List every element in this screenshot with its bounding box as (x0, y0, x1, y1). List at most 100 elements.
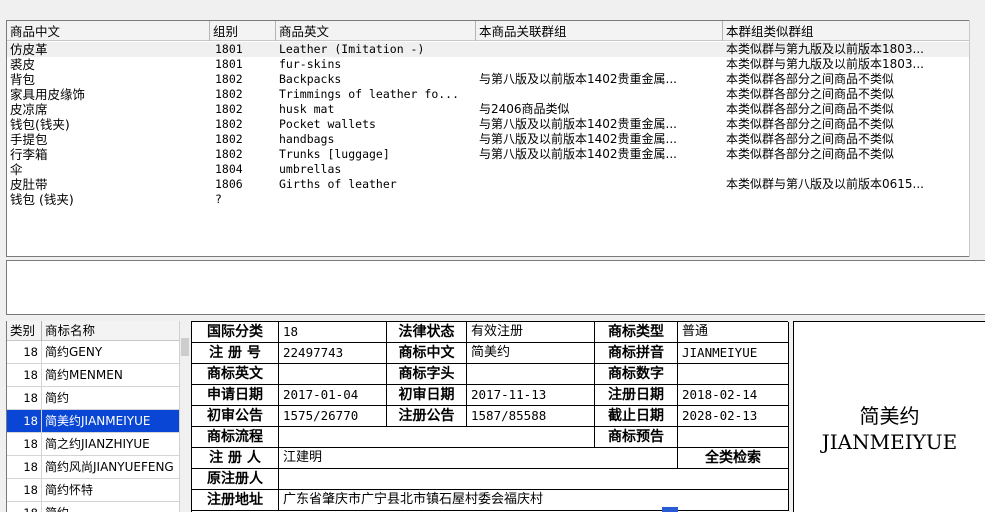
goods-table-header: 商品中文 组别 商品英文 本商品关联群组 本群组类似群组 (7, 21, 985, 41)
col-goods-en[interactable]: 商品英文 (276, 21, 476, 41)
value-apply-date: 2017-01-04 (279, 385, 387, 405)
list-item-class: 18 (7, 410, 42, 432)
list-item-class: 18 (7, 433, 42, 455)
table-cell: 本类似群各部分之间商品不类似 (726, 72, 895, 86)
text-cursor (662, 507, 678, 512)
list-item[interactable]: 18 简之约JIANZHIYUE (7, 433, 189, 456)
table-row[interactable]: 背包 1802 Backpacks 与第八版及以前版本1402贵重金属... 本类似群各… (7, 72, 985, 87)
value-tm-digit (678, 364, 789, 384)
list-item[interactable]: 18 简约MENMEN (7, 364, 189, 387)
value-reg-no: 22497743 (279, 343, 387, 363)
full-search-button[interactable]: 全类检索 (678, 448, 789, 468)
table-cell (723, 192, 985, 207)
col-similar-groups[interactable]: 本群组类似群组 (723, 21, 985, 41)
table-cell: 1802 (215, 87, 243, 101)
col-goods-cn[interactable]: 商品中文 (7, 21, 210, 41)
value-legal-status: 有效注册 (467, 322, 595, 342)
value-expiry: 2028-02-13 (678, 406, 789, 426)
table-cell: 1801 (215, 42, 243, 56)
table-cell: 本类似群各部分之间商品不类似 (726, 117, 895, 131)
goods-table-scrollbar[interactable] (969, 20, 985, 257)
value-reg-date: 2018-02-14 (678, 385, 789, 405)
table-cell: 与第八版及以前版本1402贵重金属... (479, 147, 677, 161)
label-tm-pinyin: 商标拼音 (595, 343, 678, 363)
col-class[interactable]: 类别 (7, 321, 42, 341)
table-row[interactable]: 仿皮革 1801 Leather (Imitation -) 本类似群与第九版及以前版… (7, 42, 985, 57)
label-reg-date: 注册日期 (595, 385, 678, 405)
value-tm-head (467, 364, 595, 384)
label-tm-digit: 商标数字 (595, 364, 678, 384)
value-tm-type: 普通 (678, 322, 789, 342)
list-item-name: 简约 (45, 391, 70, 405)
value-tm-en (279, 364, 387, 384)
table-row[interactable]: 家具用皮缘饰 1802 Trimmings of leather fo... 本类似群… (7, 87, 985, 102)
trademark-list: 类别 商标名称 18 简约GENY 18 简约MENMEN 18 简约 18 简美约JIANM… (6, 321, 189, 512)
table-row[interactable]: 行李箱 1802 Trunks [luggage] 与第八版及以前版本1402贵重金属… (7, 147, 985, 162)
table-row[interactable]: 钱包(钱夹) 1802 Pocket wallets 与第八版及以前版本1402贵重金… (7, 117, 985, 132)
value-prelim-date: 2017-11-13 (467, 385, 595, 405)
table-cell: 本类似群各部分之间商品不类似 (726, 87, 895, 101)
list-item[interactable]: 18 简约 (7, 387, 189, 410)
table-row[interactable]: 钱包 (钱夹)? (7, 192, 985, 207)
label-flow: 商标流程 (192, 427, 279, 447)
trademark-list-body: 18 简约GENY 18 简约MENMEN 18 简约 18 简美约JIANMEIYUE 18 简… (7, 341, 189, 512)
trademark-detail: 国际分类 18 法律状态 有效注册 商标类型 普通 注 册 号 22497743… (191, 321, 789, 512)
table-cell (723, 162, 985, 177)
col-tm-name[interactable]: 商标名称 (42, 321, 182, 341)
table-cell: Leather (Imitation -) (279, 42, 425, 56)
goods-table: 商品中文 组别 商品英文 本商品关联群组 本群组类似群组 仿皮革 1801 Leat… (6, 20, 985, 257)
table-cell: 本类似群各部分之间商品不类似 (726, 147, 895, 161)
table-cell: Girths of leather (279, 177, 397, 191)
detail-row: 商标流程 商标预告 (192, 427, 789, 448)
col-related-groups[interactable]: 本商品关联群组 (476, 21, 723, 41)
table-cell: 皮凉席 (10, 102, 48, 117)
table-cell: 与2406商品类似 (479, 102, 570, 116)
trademark-list-scrollbar[interactable] (179, 321, 189, 512)
label-prelim-date: 初审日期 (387, 385, 467, 405)
list-item-class: 18 (7, 456, 42, 478)
detail-row: 注 册 号 22497743 商标中文 简美约 商标拼音 JIANMEIYUE (192, 343, 789, 364)
table-cell: 伞 (10, 162, 23, 177)
list-item[interactable]: 18 简美约JIANMEIYUE (7, 410, 189, 433)
table-row[interactable]: 手提包 1802 handbags 与第八版及以前版本1402贵重金属... 本类似群各… (7, 132, 985, 147)
label-tm-en: 商标英文 (192, 364, 279, 384)
table-cell: husk mat (279, 102, 335, 116)
goods-table-body: 仿皮革 1801 Leather (Imitation -) 本类似群与第九版及以前版… (7, 42, 985, 207)
table-cell: 1802 (215, 117, 243, 131)
list-item[interactable]: 18 简约风尚JIANYUEFENG (7, 456, 189, 479)
table-cell: Pocket wallets (279, 117, 376, 131)
value-flow (279, 427, 595, 447)
list-item[interactable]: 18简约... (7, 502, 189, 512)
table-row[interactable]: 皮肚带 1806 Girths of leather 本类似群与第八版及以前版本061… (7, 177, 985, 192)
col-group[interactable]: 组别 (210, 21, 276, 41)
table-cell: 本类似群各部分之间商品不类似 (726, 132, 895, 146)
scroll-thumb[interactable] (181, 338, 189, 356)
list-item-name: 简美约JIANMEIYUE (45, 414, 151, 428)
table-cell: umbrellas (279, 162, 342, 176)
list-item-name: 简约... (42, 502, 174, 512)
value-intl-class: 18 (279, 322, 387, 342)
table-row[interactable]: 伞 1804 umbrellas (7, 162, 985, 177)
label-registrant: 注 册 人 (192, 448, 279, 468)
label-tm-type: 商标类型 (595, 322, 678, 342)
table-cell: fur-skins (279, 57, 342, 71)
trademark-list-header: 类别 商标名称 (7, 321, 189, 341)
table-cell: 与第八版及以前版本1402贵重金属... (479, 72, 677, 86)
list-item[interactable]: 18 简约怀特 (7, 479, 189, 502)
table-cell: 钱包(钱夹) (10, 117, 70, 132)
table-cell: 1806 (215, 177, 243, 191)
value-orig-registrant (279, 469, 789, 489)
label-legal-status: 法律状态 (387, 322, 467, 342)
table-cell (476, 42, 723, 57)
table-cell: 1802 (215, 132, 243, 146)
detail-row: 国际分类 18 法律状态 有效注册 商标类型 普通 (192, 322, 789, 343)
table-row[interactable]: 皮凉席 1802 husk mat 与2406商品类似 本类似群各部分之间商品不类似 (7, 102, 985, 117)
list-item[interactable]: 18 简约GENY (7, 341, 189, 364)
table-cell (476, 87, 723, 102)
table-cell: 本类似群与第九版及以前版本1803... (726, 57, 924, 71)
detail-row: 申请日期 2017-01-04 初审日期 2017-11-13 注册日期 201… (192, 385, 789, 406)
table-cell: 1804 (215, 162, 243, 176)
value-tm-pinyin: JIANMEIYUE (678, 343, 789, 363)
table-row[interactable]: 裘皮 1801 fur-skins 本类似群与第九版及以前版本1803... (7, 57, 985, 72)
label-tm-head: 商标字头 (387, 364, 467, 384)
